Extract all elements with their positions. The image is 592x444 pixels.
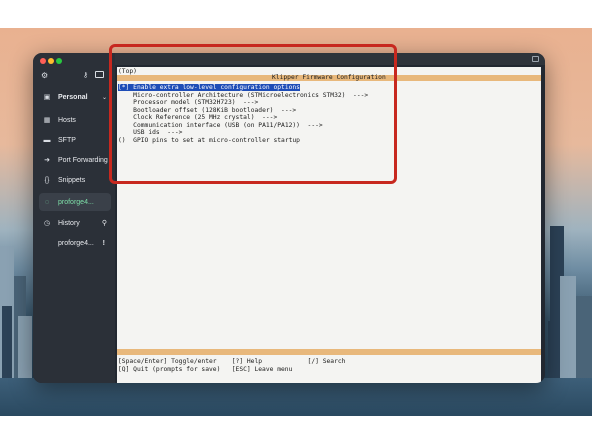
history-header[interactable]: ◷ History ⚲ bbox=[39, 214, 111, 232]
key-icon[interactable]: ⚷ bbox=[83, 71, 88, 79]
chevron-down-icon: ⌄ bbox=[101, 94, 107, 101]
sidebar-item-label: SFTP bbox=[58, 136, 76, 144]
braces-icon: {} bbox=[44, 176, 50, 184]
history-item-label: proforge4... bbox=[58, 239, 94, 247]
split-view-icon[interactable] bbox=[532, 56, 539, 62]
clock-icon: ◷ bbox=[43, 220, 51, 227]
sidebar-item-snippets[interactable]: {} Snippets bbox=[39, 171, 111, 189]
sidebar: ⚙ ⚷ ▣ Personal ⌄ ▦ Hosts ▬ SFTP ➜ Port F… bbox=[33, 53, 115, 383]
history-item[interactable]: proforge4... ! bbox=[39, 234, 111, 252]
sidebar-item-label: Hosts bbox=[58, 116, 76, 124]
sidebar-item-session[interactable]: ◌ proforge4... bbox=[39, 193, 111, 211]
page-bottom-margin bbox=[0, 416, 592, 444]
history-label: History bbox=[58, 219, 80, 227]
server-icon: ▦ bbox=[43, 117, 51, 124]
sidebar-item-sftp[interactable]: ▬ SFTP bbox=[39, 131, 111, 149]
terminal-icon[interactable] bbox=[95, 71, 104, 78]
sidebar-item-port-forwarding[interactable]: ➜ Port Forwarding bbox=[39, 151, 111, 169]
footer-separator bbox=[117, 349, 541, 355]
search-icon[interactable]: ⚲ bbox=[102, 219, 107, 227]
vault-label: Personal bbox=[58, 93, 88, 101]
session-status-icon: ◌ bbox=[44, 198, 50, 206]
minimize-window-button[interactable] bbox=[48, 58, 54, 64]
folder-icon: ▬ bbox=[43, 136, 51, 144]
sidebar-item-label: Port Forwarding bbox=[58, 156, 108, 164]
maximize-window-button[interactable] bbox=[56, 58, 62, 64]
help-line-1: [Space/Enter] Toggle/enter [?] Help [/] … bbox=[118, 358, 346, 365]
close-window-button[interactable] bbox=[40, 58, 46, 64]
sidebar-item-label: Snippets bbox=[58, 176, 86, 184]
vault-selector[interactable]: ▣ Personal ⌄ bbox=[39, 88, 111, 106]
sidebar-item-hosts[interactable]: ▦ Hosts bbox=[39, 111, 111, 129]
arrow-icon: ➜ bbox=[44, 157, 50, 164]
sidebar-item-label: proforge4... bbox=[58, 198, 94, 206]
gear-icon[interactable]: ⚙ bbox=[41, 71, 48, 80]
vault-icon: ▣ bbox=[43, 94, 51, 101]
help-line-2: [Q] Quit (prompts for save) [ESC] Leave … bbox=[118, 366, 293, 373]
highlight-box bbox=[109, 44, 397, 184]
warning-badge: ! bbox=[102, 239, 105, 247]
